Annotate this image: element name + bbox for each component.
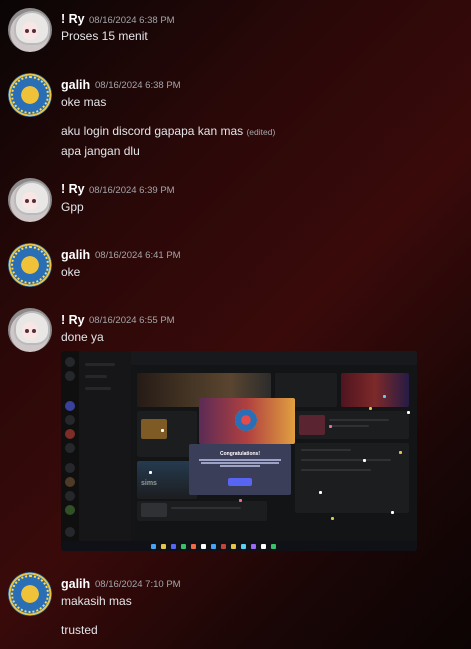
- timestamp: 08/16/2024 7:10 PM: [95, 579, 181, 590]
- screenshot-modal-title: Congratulations!: [220, 451, 260, 457]
- author-name[interactable]: galih: [61, 248, 90, 262]
- message-text: apa jangan dlu: [61, 144, 140, 158]
- avatar[interactable]: [8, 8, 52, 52]
- message-text: done ya: [61, 330, 104, 344]
- message-line: aku login discord gapapa kan mas: [61, 124, 244, 138]
- timestamp: 08/16/2024 6:38 PM: [95, 80, 181, 91]
- avatar[interactable]: [8, 243, 52, 287]
- avatar[interactable]: [8, 178, 52, 222]
- timestamp: 08/16/2024 6:39 PM: [89, 185, 175, 196]
- timestamp: 08/16/2024 6:38 PM: [89, 15, 175, 26]
- avatar[interactable]: [8, 308, 52, 352]
- author-name[interactable]: ! Ry: [61, 313, 85, 327]
- screenshot-congrats-modal: Congratulations!: [189, 444, 291, 495]
- edited-label: (edited): [246, 127, 276, 137]
- timestamp: 08/16/2024 6:55 PM: [89, 315, 175, 326]
- message-text: Proses 15 menit: [61, 29, 148, 43]
- author-name[interactable]: galih: [61, 78, 90, 92]
- avatar[interactable]: [8, 572, 52, 616]
- screenshot-taskbar: [61, 541, 417, 551]
- avatar[interactable]: [8, 73, 52, 117]
- message-text: makasih mas: [61, 594, 132, 608]
- message-text: oke: [61, 265, 81, 279]
- message-text: trusted: [61, 623, 98, 637]
- author-name[interactable]: ! Ry: [61, 12, 85, 26]
- message-text: aku login discord gapapa kan mas (edited…: [61, 124, 275, 138]
- timestamp: 08/16/2024 6:41 PM: [95, 250, 181, 261]
- author-name[interactable]: ! Ry: [61, 182, 85, 196]
- author-name[interactable]: galih: [61, 577, 90, 591]
- screenshot-badge-icon: [235, 409, 257, 431]
- message-text: Gpp: [61, 200, 84, 214]
- image-attachment[interactable]: sims Congratulations!: [61, 351, 417, 551]
- screenshot-modal-button: [228, 478, 252, 486]
- message-text: oke mas: [61, 95, 107, 109]
